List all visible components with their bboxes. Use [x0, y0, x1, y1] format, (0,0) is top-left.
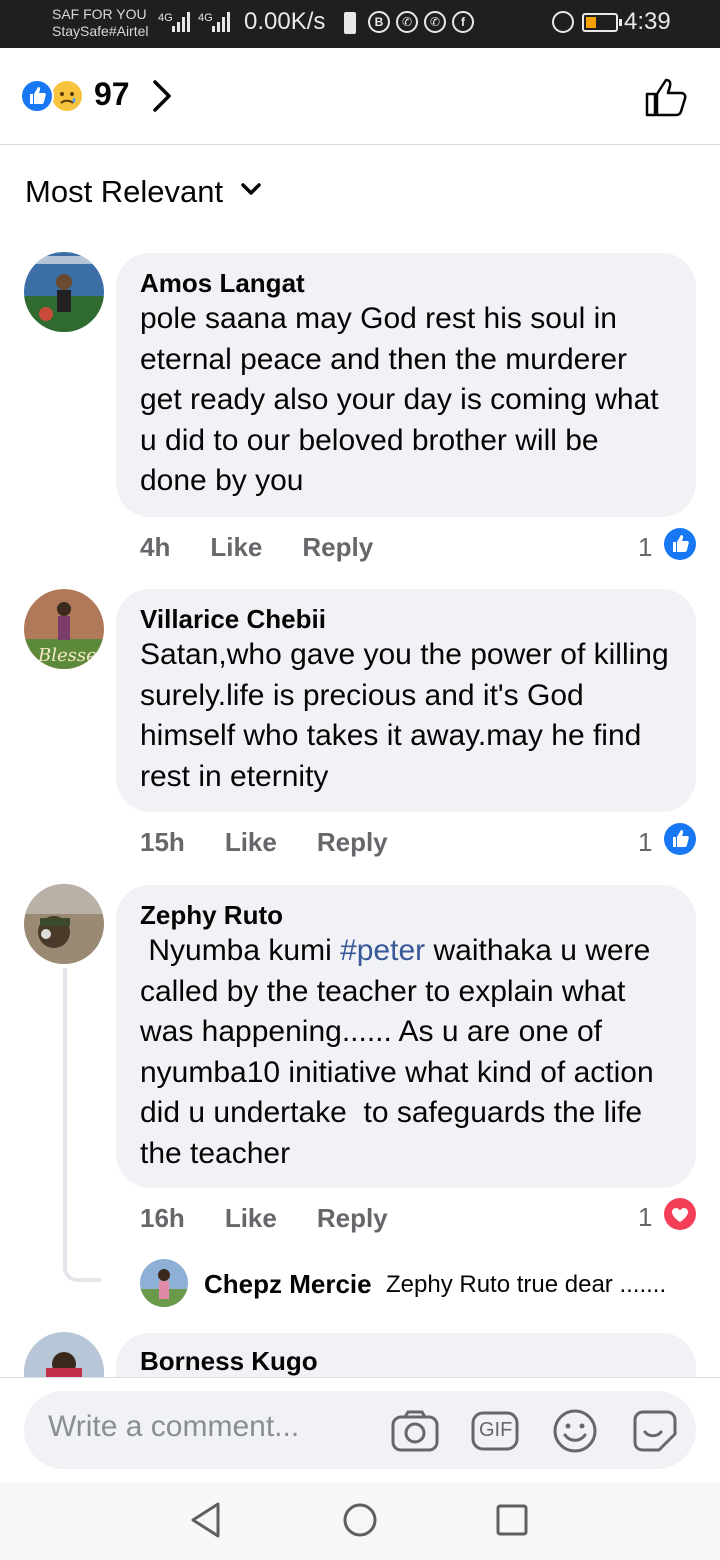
sad-face-icon — [50, 79, 84, 113]
recents-icon[interactable] — [494, 1500, 530, 1545]
comment-text-part: waithaka u were called by the teacher to… — [140, 934, 662, 1170]
camera-icon[interactable] — [390, 1408, 440, 1459]
hashtag-link[interactable]: #peter — [340, 934, 425, 967]
network-type-1: 4G — [158, 12, 173, 24]
alarm-icon — [552, 11, 574, 33]
chevron-down-icon[interactable] — [240, 182, 262, 203]
comment-text-part: Nyumba kumi — [140, 934, 341, 967]
clock: 4:39 — [624, 8, 671, 35]
svg-text:Blessed: Blessed — [37, 645, 104, 666]
sticker-icon[interactable] — [630, 1408, 680, 1459]
thumbs-up-outline-icon[interactable] — [644, 76, 690, 123]
home-icon[interactable] — [342, 1500, 378, 1545]
comment-actions: 4h Like Reply — [140, 532, 413, 563]
comment-text: Satan,who gave you the power of killing … — [140, 638, 669, 793]
b-app-icon: B — [368, 11, 390, 33]
avatar[interactable] — [24, 252, 104, 332]
whatsapp-icon-2: ✆ — [424, 11, 446, 33]
carrier-label: SAF FOR YOU StaySafe#Airtel — [52, 6, 149, 40]
reply-link[interactable]: Reply — [317, 1203, 388, 1233]
signal-icon-2 — [212, 10, 230, 32]
comment-author[interactable]: Borness Kugo — [140, 1345, 672, 1377]
reaction-count[interactable]: 97 — [94, 76, 130, 113]
comment-text: pole saana may God rest his soul in eter… — [140, 302, 659, 497]
comment-reaction-count[interactable]: 1 — [638, 532, 652, 563]
like-icon[interactable] — [664, 528, 696, 560]
reactions-header: 97 — [0, 48, 720, 145]
gif-icon[interactable]: GIF — [470, 1408, 520, 1459]
reply-author[interactable]: Chepz Mercie — [204, 1269, 372, 1300]
emoji-icon[interactable] — [550, 1408, 600, 1459]
like-icon[interactable] — [664, 823, 696, 855]
thread-connector — [63, 968, 101, 1282]
comment-bubble: Zephy Ruto Nyumba kumi #peter waithaka u… — [116, 885, 696, 1188]
comment-composer: Write a comment... GIF — [0, 1377, 720, 1482]
reply-text: Zephy Ruto true dear ....... — [386, 1271, 667, 1298]
carrier-line1: SAF FOR YOU — [52, 6, 147, 22]
sort-dropdown-label[interactable]: Most Relevant — [25, 174, 223, 210]
avatar[interactable] — [140, 1259, 188, 1307]
love-icon[interactable] — [664, 1198, 696, 1230]
signal-icon — [172, 10, 190, 32]
comment-bubble: Villarice Chebii Satan,who gave you the … — [116, 589, 696, 812]
whatsapp-icon: ✆ — [396, 11, 418, 33]
like-link[interactable]: Like — [210, 532, 262, 562]
like-icon — [20, 79, 54, 113]
reply-preview[interactable]: Chepz Mercie Zephy Ruto true dear ......… — [140, 1259, 700, 1309]
avatar[interactable] — [24, 1332, 104, 1377]
facebook-icon: f — [452, 11, 474, 33]
comment-text: Nyumba kumi #peter waithaka u were calle… — [140, 931, 672, 1174]
gif-label: GIF — [479, 1419, 513, 1441]
comment-reaction-count[interactable]: 1 — [638, 1202, 652, 1233]
comment-input[interactable]: Write a comment... GIF — [24, 1391, 696, 1469]
network-speed: 0.00K/s — [244, 8, 326, 35]
comment-time[interactable]: 4h — [140, 532, 170, 562]
comment-time[interactable]: 15h — [140, 827, 185, 857]
comment-actions: 15h Like Reply — [140, 827, 428, 858]
comment-bubble: Amos Langat pole saana may God rest his … — [116, 253, 696, 517]
like-link[interactable]: Like — [225, 1203, 277, 1233]
network-type-2: 4G — [198, 12, 213, 24]
reply-link[interactable]: Reply — [317, 827, 388, 857]
reply-link[interactable]: Reply — [302, 532, 373, 562]
comment-author[interactable]: Amos Langat — [140, 267, 672, 299]
comment-input-placeholder: Write a comment... — [48, 1410, 300, 1443]
comment-actions: 16h Like Reply — [140, 1203, 428, 1234]
comment-time[interactable]: 16h — [140, 1203, 185, 1233]
avatar[interactable] — [24, 884, 104, 964]
comments-sheet: 97 Most Relevant Amos Langat pole saana … — [0, 48, 720, 1560]
status-bar: SAF FOR YOU StaySafe#Airtel 4G 4G 0.00K/… — [0, 0, 720, 48]
comment-author[interactable]: Zephy Ruto — [140, 899, 672, 931]
comment-author[interactable]: Villarice Chebii — [140, 603, 672, 635]
chevron-right-icon[interactable] — [150, 78, 176, 119]
sim-icon — [344, 12, 356, 34]
comment-reaction-count[interactable]: 1 — [638, 827, 652, 858]
comment-bubble: Borness Kugo — [116, 1333, 696, 1377]
system-nav-bar — [0, 1482, 720, 1560]
battery-icon — [582, 13, 622, 32]
carrier-line2: StaySafe#Airtel — [52, 23, 149, 39]
like-link[interactable]: Like — [225, 827, 277, 857]
avatar[interactable]: Blessed — [24, 589, 104, 669]
back-icon[interactable] — [188, 1500, 224, 1545]
